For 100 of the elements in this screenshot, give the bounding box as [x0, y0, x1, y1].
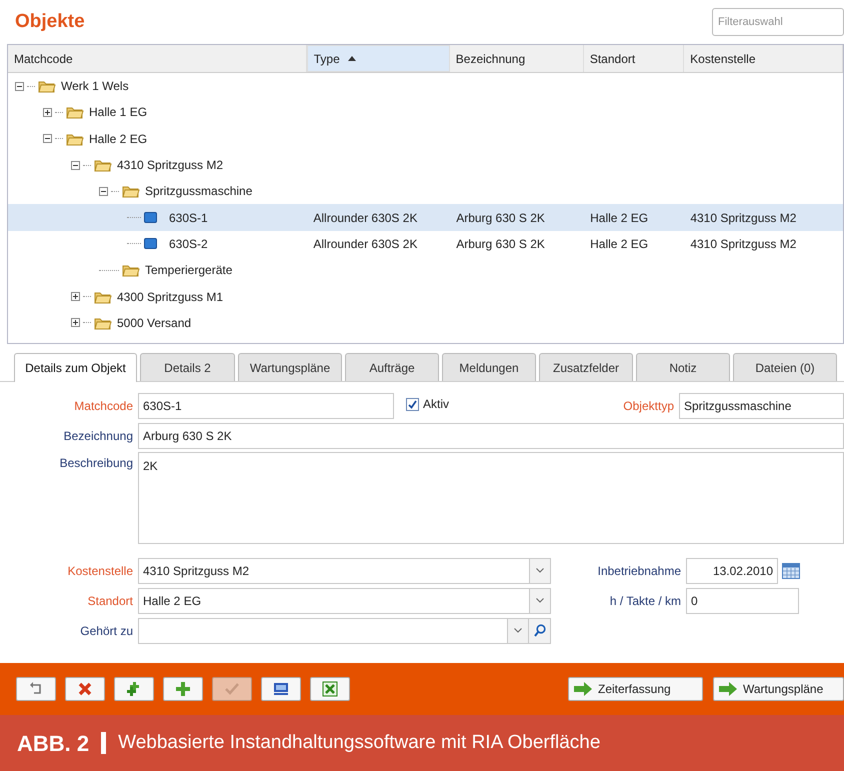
sort-ascending-icon [348, 56, 356, 61]
tab[interactable]: Meldungen [442, 353, 536, 381]
tree-row[interactable]: 630S-2 Allrounder 630S 2K Arburg 630 S 2K Halle 2 EG 4310 Spritzguss M2 [8, 230, 843, 258]
tree-row[interactable]: 630S-1 Allrounder 630S 2K Arburg 630 S 2K Halle 2 EG 4310 Spritzguss M2 [8, 204, 843, 231]
folder-icon [122, 184, 140, 198]
page-title: Objekte [15, 10, 85, 34]
search-icon [534, 624, 546, 637]
expand-toggle[interactable] [71, 160, 80, 170]
tree-row[interactable]: Halle 1 EG [8, 99, 843, 126]
input-field[interactable]: Spritzgussmaschine [679, 393, 844, 419]
action-button[interactable]: Zeiterfassung [568, 677, 703, 701]
column-header[interactable]: Kostenstelle [684, 45, 843, 72]
plus-icon [175, 681, 191, 697]
tree-row[interactable]: 4300 Spritzguss M1 [8, 283, 843, 310]
toolbar-button[interactable] [310, 677, 350, 701]
filter-field[interactable]: Filterauswahl [712, 8, 844, 36]
expand-toggle[interactable] [15, 82, 24, 91]
input-field[interactable]: 630S-1 [138, 393, 394, 419]
tree-label: Halle 1 EG [89, 104, 148, 122]
toolbar-button[interactable] [261, 677, 301, 701]
action-button[interactable]: Wartungspläne [713, 677, 844, 701]
delete-icon [77, 681, 93, 697]
input-field[interactable]: 4310 Spritzguss M2 [138, 558, 530, 584]
tree-row[interactable]: 5000 Versand [8, 310, 843, 336]
input-field[interactable]: Arburg 630 S 2K [138, 423, 844, 449]
input-field[interactable]: 0 [686, 588, 799, 614]
tree-row[interactable]: 4310 Spritzguss M2 [8, 152, 843, 178]
tree-label: Temperiergeräte [145, 262, 232, 280]
table-cell-text: Allrounder 630S 2K [312, 236, 418, 253]
caption-label: ABB. 2 [17, 730, 90, 758]
caret-icon [536, 568, 544, 573]
expand-toggle[interactable] [43, 108, 52, 117]
tab[interactable]: Details 2 [140, 353, 235, 381]
input-field[interactable] [138, 618, 508, 644]
column-header[interactable]: Standort [584, 45, 684, 72]
date-field[interactable]: 13.02.2010 [686, 558, 778, 584]
tree-label: 4310 Spritzguss M2 [117, 157, 224, 174]
field-label: Objekttyp [622, 398, 675, 415]
table-cell-text: 4310 Spritzguss M2 [689, 236, 798, 253]
field-label: h / Takte / km [608, 592, 682, 610]
tab[interactable]: Details zum Objekt [14, 353, 137, 382]
field-label: Matchcode [73, 398, 134, 415]
object-icon [144, 212, 157, 224]
tree-label: 5000 Versand [117, 314, 192, 332]
folder-icon [94, 158, 112, 172]
checkbox-label[interactable]: Aktiv [422, 395, 449, 413]
field-label: Inbetriebnahme [596, 562, 682, 580]
tree-row[interactable]: Werk 1 Wels [8, 73, 843, 100]
copy-plus-icon [126, 681, 142, 697]
column-header[interactable]: Bezeichnung [450, 45, 584, 72]
caption-text: Webbasierte Instandhaltungssoftware mit RIA Oberfläche [118, 730, 600, 755]
arrow-right-icon [718, 682, 738, 696]
table-cell-text: 4310 Spritzguss M2 [689, 210, 798, 227]
input-field[interactable]: Halle 2 EG [138, 588, 530, 614]
field-label: Kostenstelle [66, 562, 134, 580]
table-cell-text: Arburg 630 S 2K [455, 210, 546, 227]
table-cell-text: Halle 2 EG [589, 210, 650, 227]
expand-toggle[interactable] [71, 318, 80, 328]
field-label: Beschreibung [58, 455, 134, 472]
tab[interactable]: Aufträge [345, 353, 439, 381]
divider-bar [101, 732, 106, 754]
text-area[interactable]: 2K [138, 452, 844, 544]
search-button[interactable] [529, 618, 551, 644]
tab[interactable]: Notiz [636, 353, 730, 381]
arrow-right-icon [573, 682, 593, 696]
toolbar-button[interactable] [114, 677, 154, 701]
tree-row[interactable]: Halle 2 EG [8, 126, 843, 152]
tree-row[interactable]: Spritzgussmaschine [8, 178, 843, 204]
calendar-icon[interactable] [782, 562, 800, 578]
caret-icon [514, 628, 522, 633]
tab[interactable]: Dateien (0) [733, 353, 837, 381]
folder-icon [122, 263, 140, 278]
table-cell-text: Halle 2 EG [589, 236, 650, 253]
toolbar-button[interactable] [65, 677, 105, 701]
table-cell-text: Arburg 630 S 2K [455, 236, 546, 253]
checkmark-icon [408, 400, 417, 408]
checkmark-icon [224, 681, 240, 697]
folder-icon [94, 316, 112, 330]
folder-icon [94, 290, 112, 304]
expand-toggle[interactable] [71, 292, 80, 302]
spreadsheet-icon [322, 681, 338, 697]
checkbox[interactable] [406, 398, 419, 410]
column-header[interactable]: Type [306, 45, 450, 72]
tree-label: Spritzgussmaschine [145, 183, 252, 200]
field-label: Bezeichnung [62, 428, 134, 445]
tab[interactable]: Zusatzfelder [539, 353, 633, 381]
toolbar-button[interactable] [16, 677, 56, 701]
table-cell-text: Allrounder 630S 2K [312, 210, 418, 227]
expand-toggle[interactable] [43, 134, 52, 144]
tree-label: 630S-2 [169, 236, 208, 253]
expand-toggle[interactable] [99, 186, 108, 196]
caret-icon [536, 598, 544, 603]
monitor-icon [273, 681, 289, 697]
tab[interactable]: Wartungspläne [238, 353, 342, 381]
folder-icon [66, 105, 84, 120]
tree-label: 630S-1 [169, 210, 208, 227]
object-icon [144, 238, 157, 250]
toolbar-button[interactable] [163, 677, 203, 701]
tree-row[interactable]: Temperiergeräte [8, 257, 843, 284]
tree-label: Werk 1 Wels [61, 78, 129, 96]
